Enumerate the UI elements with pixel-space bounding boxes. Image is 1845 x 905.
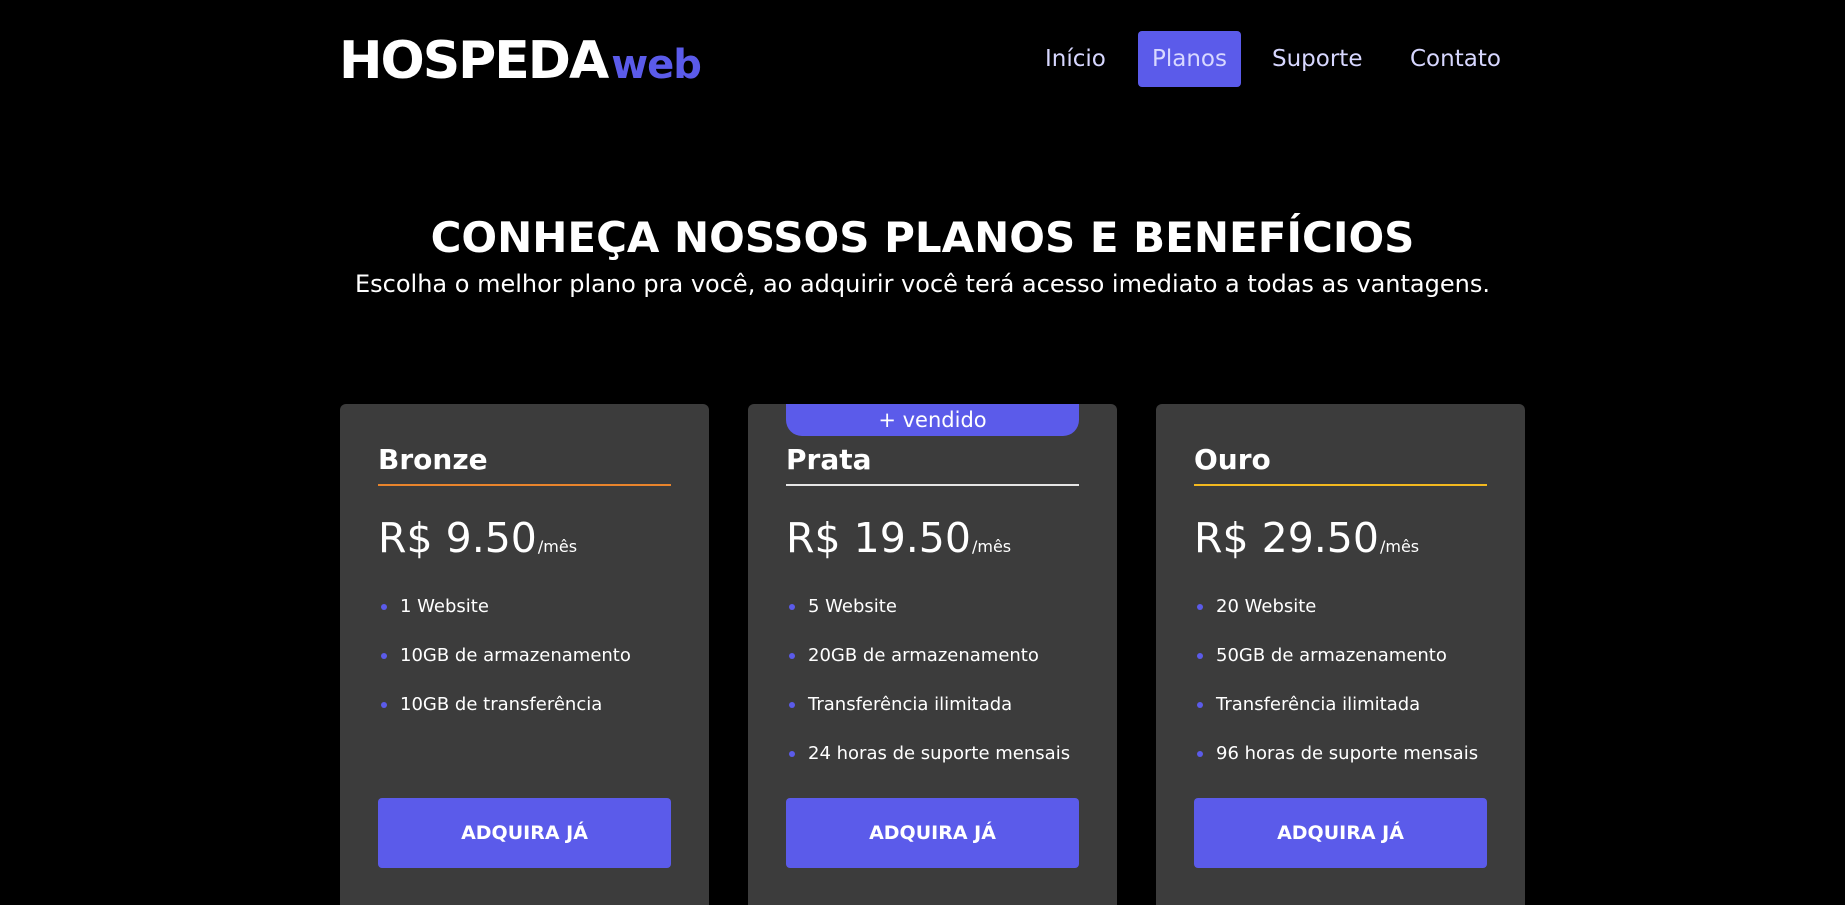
feature-text: 20 Website xyxy=(1216,596,1317,617)
buy-button[interactable]: ADQUIRA JÁ xyxy=(378,798,671,868)
price-amount: R$ 29.50 xyxy=(1194,514,1379,562)
nav-item-planos[interactable]: Planos xyxy=(1138,31,1241,87)
nav-item-suporte[interactable]: Suporte xyxy=(1272,31,1362,87)
list-item: 1 Website xyxy=(378,584,688,633)
price-amount: R$ 9.50 xyxy=(378,514,537,562)
plan-card-bronze: Bronze R$ 9.50/mês 1 Website 10GB de arm… xyxy=(340,404,709,905)
feature-text: 1 Website xyxy=(400,596,489,617)
feature-text: 5 Website xyxy=(808,596,897,617)
plan-name: Prata xyxy=(786,443,872,476)
plan-divider xyxy=(1194,484,1487,486)
feature-text: Transferência ilimitada xyxy=(808,694,1013,715)
list-item: Transferência ilimitada xyxy=(786,682,1096,731)
plan-card-prata: + vendido Prata R$ 19.50/mês 5 Website 2… xyxy=(748,404,1117,905)
feature-text: 50GB de armazenamento xyxy=(1216,645,1447,666)
nav-item-contato[interactable]: Contato xyxy=(1410,31,1501,87)
list-item: 10GB de transferência xyxy=(378,682,688,731)
feature-text: 20GB de armazenamento xyxy=(808,645,1039,666)
plan-name: Bronze xyxy=(378,443,488,476)
price-period: /mês xyxy=(537,537,578,556)
plan-price: R$ 19.50/mês xyxy=(786,510,1011,575)
best-seller-badge: + vendido xyxy=(786,404,1079,436)
plan-divider xyxy=(786,484,1079,486)
feature-list: 1 Website 10GB de armazenamento 10GB de … xyxy=(378,584,688,731)
plan-price: R$ 9.50/mês xyxy=(378,510,577,575)
page-title: CONHEÇA NOSSOS PLANOS E BENEFÍCIOS xyxy=(430,213,1415,262)
plan-card-ouro: Ouro R$ 29.50/mês 20 Website 50GB de arm… xyxy=(1156,404,1525,905)
page-subtitle: Escolha o melhor plano pra você, ao adqu… xyxy=(355,270,1490,298)
list-item: 50GB de armazenamento xyxy=(1194,633,1504,682)
list-item: 24 horas de suporte mensais xyxy=(786,731,1096,780)
bullet-icon xyxy=(381,653,387,659)
feature-text: 10GB de transferência xyxy=(400,694,603,715)
list-item: 20GB de armazenamento xyxy=(786,633,1096,682)
bullet-icon xyxy=(1197,702,1203,708)
list-item: 96 horas de suporte mensais xyxy=(1194,731,1504,780)
list-item: 5 Website xyxy=(786,584,1096,633)
list-item: Transferência ilimitada xyxy=(1194,682,1504,731)
nav-item-inicio[interactable]: Início xyxy=(1045,31,1106,87)
bullet-icon xyxy=(789,702,795,708)
bullet-icon xyxy=(1197,751,1203,757)
buy-button[interactable]: ADQUIRA JÁ xyxy=(786,798,1079,868)
bullet-icon xyxy=(789,653,795,659)
bullet-icon xyxy=(381,604,387,610)
page: HOSPEDA web Início Planos Suporte Contato… xyxy=(0,0,1845,905)
bullet-icon xyxy=(789,604,795,610)
plan-name: Ouro xyxy=(1194,443,1271,476)
bullet-icon xyxy=(1197,653,1203,659)
bullet-icon xyxy=(381,702,387,708)
feature-list: 5 Website 20GB de armazenamento Transfer… xyxy=(786,584,1096,780)
feature-text: 96 horas de suporte mensais xyxy=(1216,743,1479,764)
feature-text: 24 horas de suporte mensais xyxy=(808,743,1071,764)
price-amount: R$ 19.50 xyxy=(786,514,971,562)
main-nav: Início Planos Suporte Contato xyxy=(0,31,1845,87)
buy-button[interactable]: ADQUIRA JÁ xyxy=(1194,798,1487,868)
plan-price: R$ 29.50/mês xyxy=(1194,510,1419,575)
plan-divider xyxy=(378,484,671,486)
list-item: 10GB de armazenamento xyxy=(378,633,688,682)
feature-list: 20 Website 50GB de armazenamento Transfe… xyxy=(1194,584,1504,780)
bullet-icon xyxy=(1197,604,1203,610)
feature-text: 10GB de armazenamento xyxy=(400,645,631,666)
price-period: /mês xyxy=(1379,537,1420,556)
list-item: 20 Website xyxy=(1194,584,1504,633)
price-period: /mês xyxy=(971,537,1012,556)
feature-text: Transferência ilimitada xyxy=(1216,694,1421,715)
bullet-icon xyxy=(789,751,795,757)
